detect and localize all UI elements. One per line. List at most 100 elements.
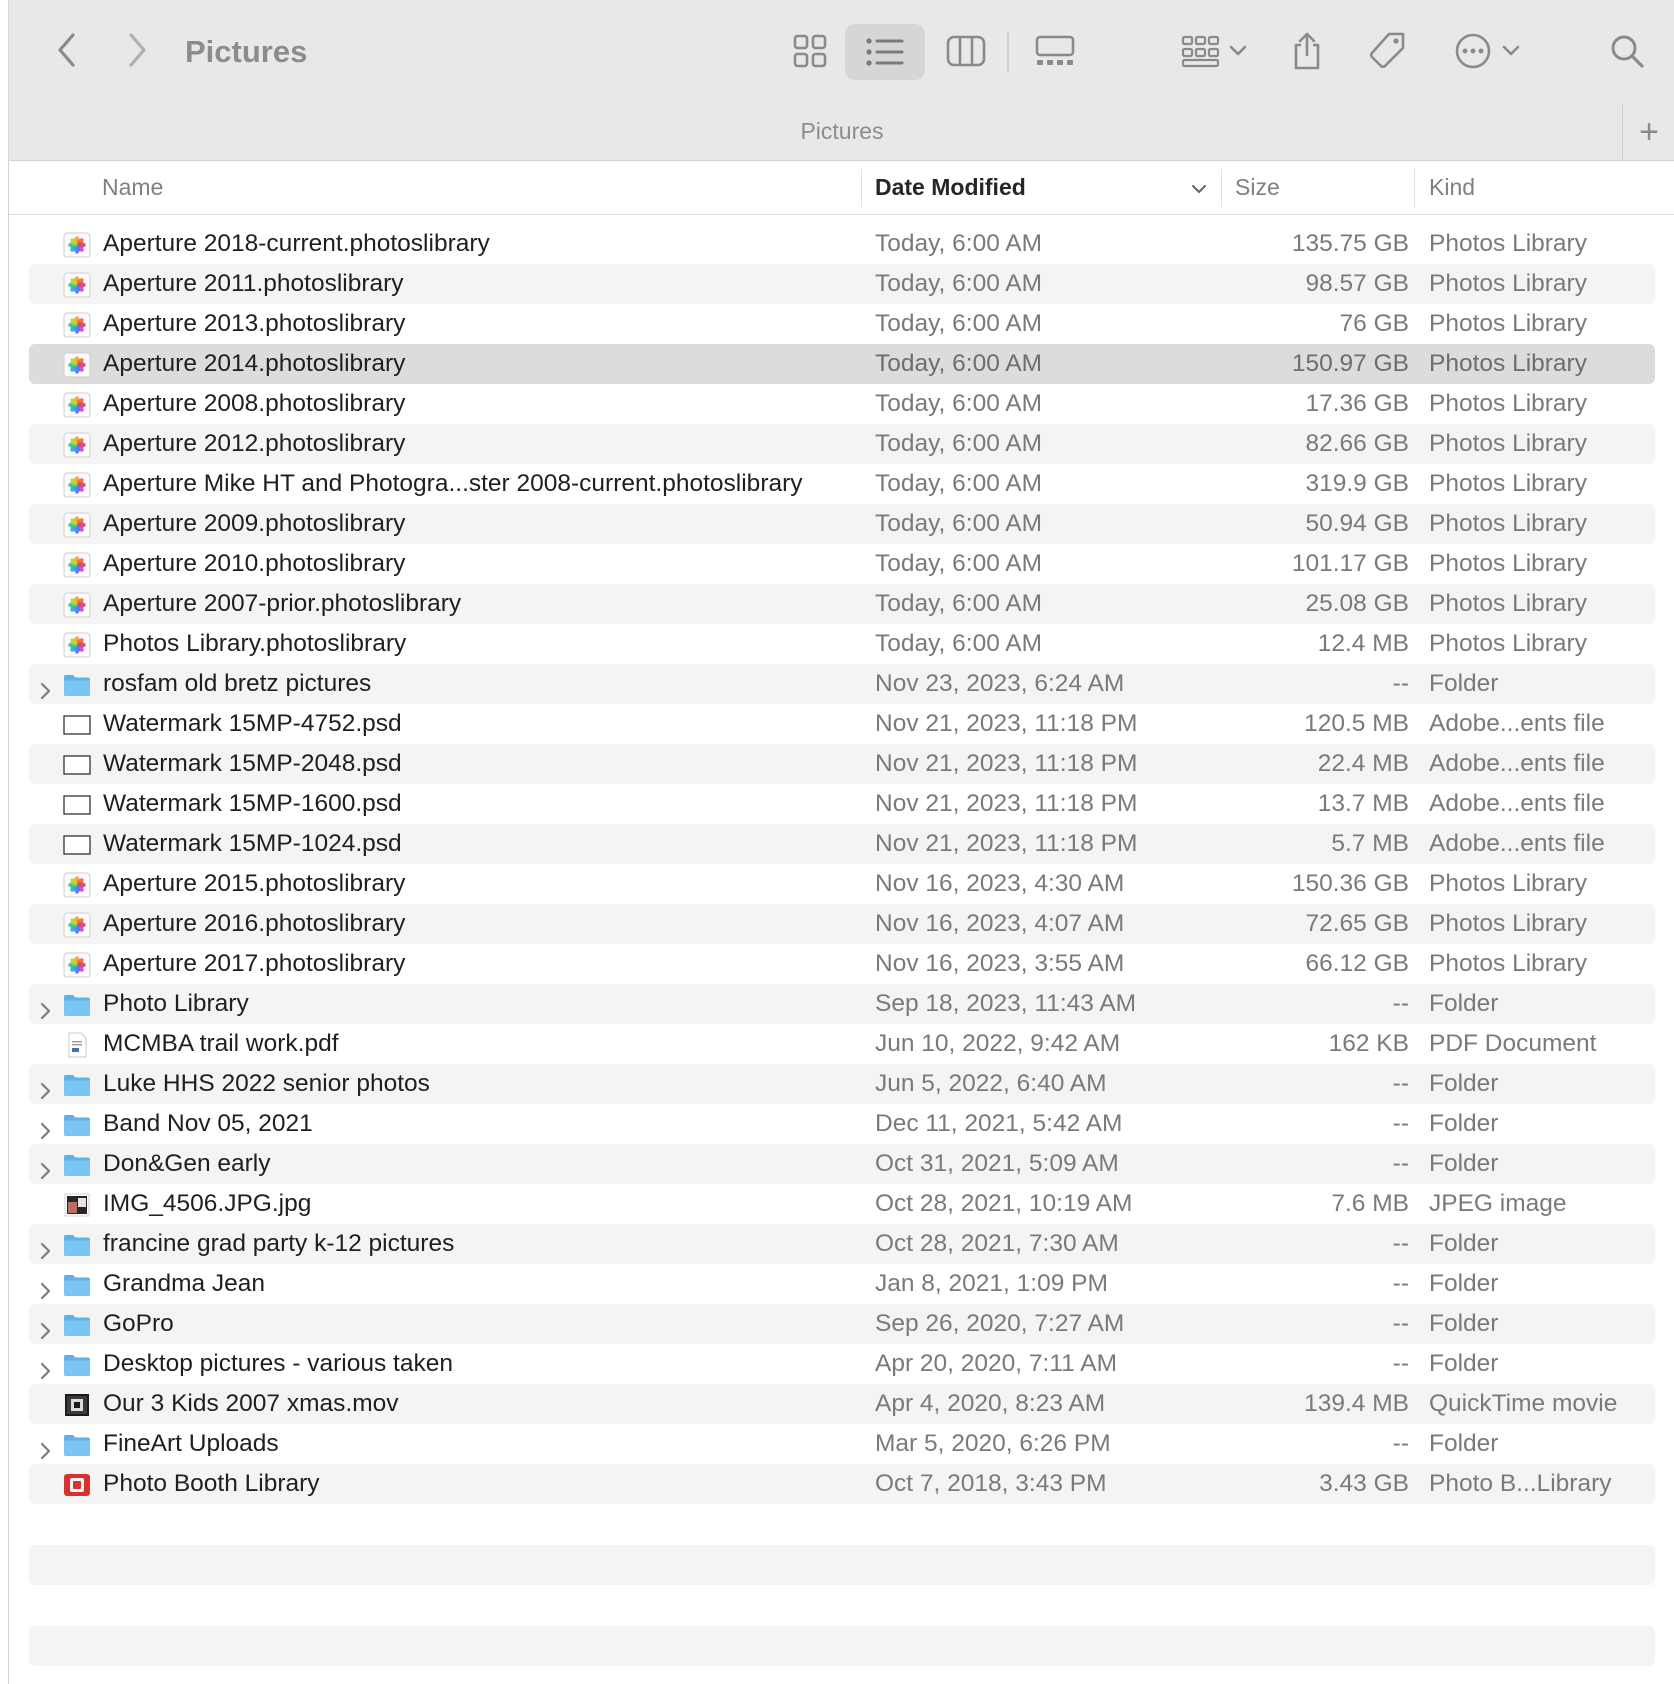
- disclosure-triangle-icon[interactable]: [35, 1354, 55, 1380]
- date-modified: Sep 26, 2020, 7:27 AM: [875, 1310, 1125, 1337]
- column-header-date-modified[interactable]: Date Modified: [875, 161, 1026, 214]
- share-button[interactable]: [1279, 22, 1335, 80]
- date-modified: Apr 20, 2020, 7:11 AM: [875, 1350, 1117, 1377]
- disclosure-triangle-icon[interactable]: [35, 1434, 55, 1460]
- folder-row[interactable]: rosfam old bretz pictures Nov 23, 2023, 6…: [29, 664, 1655, 704]
- tag-button[interactable]: [1359, 24, 1415, 78]
- group-by-button[interactable]: [1169, 24, 1259, 78]
- file-row[interactable]: IMG_4506.JPG.jpg Oct 28, 2021, 10:19 AM 7.…: [29, 1184, 1655, 1224]
- column-view-button[interactable]: [935, 24, 997, 78]
- file-row[interactable]: Watermark 15MP-2048.psd Nov 21, 2023, 11:…: [29, 744, 1655, 784]
- column-header-size[interactable]: Size: [1235, 161, 1280, 214]
- file-row[interactable]: Aperture 2012.photoslibrary Today, 6:00 A…: [29, 424, 1655, 464]
- jpeg-image-icon: [63, 1191, 91, 1217]
- date-modified: Today, 6:00 AM: [875, 630, 1043, 657]
- file-row[interactable]: Aperture 2007-prior.photoslibrary Today, …: [29, 584, 1655, 624]
- new-tab-button[interactable]: +: [1622, 104, 1674, 160]
- empty-row: [29, 1626, 1655, 1666]
- file-row[interactable]: Aperture 2018-current.photoslibrary Today…: [29, 224, 1655, 264]
- folder-row[interactable]: francine grad party k-12 pictures Oct 28,…: [29, 1224, 1655, 1264]
- file-kind: Photos Library: [1429, 390, 1587, 417]
- folder-row[interactable]: Luke HHS 2022 senior photos Jun 5, 2022, …: [29, 1064, 1655, 1104]
- folder-row[interactable]: Photo Library Sep 18, 2023, 11:43 AM -- Fol…: [29, 984, 1655, 1024]
- date-modified: Nov 23, 2023, 6:24 AM: [875, 670, 1125, 697]
- folder-row[interactable]: GoPro Sep 26, 2020, 7:27 AM -- Folder: [29, 1304, 1655, 1344]
- disclosure-triangle-icon[interactable]: [35, 1314, 55, 1340]
- file-size: 101.17 GB: [1291, 550, 1409, 577]
- photos-library-icon: [63, 351, 91, 378]
- disclosure-triangle-icon[interactable]: [35, 1114, 55, 1140]
- file-row[interactable]: Aperture Mike HT and Photogra...ster 200…: [29, 464, 1655, 504]
- column-header-kind[interactable]: Kind: [1429, 161, 1475, 214]
- folder-row[interactable]: Desktop pictures - various taken Apr 20, …: [29, 1344, 1655, 1384]
- file-kind: Folder: [1429, 1070, 1499, 1097]
- file-row[interactable]: Aperture 2016.photoslibrary Nov 16, 2023,…: [29, 904, 1655, 944]
- file-name: Aperture 2009.photoslibrary: [103, 510, 406, 537]
- date-modified: Today, 6:00 AM: [875, 470, 1043, 497]
- folder-icon: [63, 1351, 91, 1377]
- file-name: MCMBA trail work.pdf: [103, 1030, 339, 1057]
- forward-button[interactable]: [117, 30, 157, 70]
- gallery-view-button[interactable]: [1019, 24, 1091, 78]
- file-row[interactable]: Photo Booth Library Oct 7, 2018, 3:43 PM 3…: [29, 1464, 1655, 1504]
- disclosure-triangle-icon[interactable]: [35, 1234, 55, 1260]
- file-size: 3.43 GB: [1319, 1470, 1409, 1497]
- file-row[interactable]: Watermark 15MP-1600.psd Nov 21, 2023, 11:…: [29, 784, 1655, 824]
- folder-row[interactable]: Grandma Jean Jan 8, 2021, 1:09 PM -- Folder: [29, 1264, 1655, 1304]
- disclosure-triangle-icon[interactable]: [35, 674, 55, 700]
- disclosure-triangle-icon[interactable]: [35, 1154, 55, 1180]
- photos-library-icon: [63, 511, 91, 538]
- folder-row[interactable]: Band Nov 05, 2021 Dec 11, 2021, 5:42 AM --…: [29, 1104, 1655, 1144]
- column-divider[interactable]: [1221, 169, 1222, 207]
- file-row[interactable]: Photos Library.photoslibrary Today, 6:00 …: [29, 624, 1655, 664]
- column-header-name[interactable]: Name: [102, 161, 163, 214]
- search-button[interactable]: [1599, 24, 1655, 78]
- photos-library-icon: [63, 231, 91, 258]
- file-row[interactable]: Aperture 2013.photoslibrary Today, 6:00 A…: [29, 304, 1655, 344]
- folder-row[interactable]: Don&Gen early Oct 31, 2021, 5:09 AM -- Fold…: [29, 1144, 1655, 1184]
- file-row[interactable]: Our 3 Kids 2007 xmas.mov Apr 4, 2020, 8:2…: [29, 1384, 1655, 1424]
- photos-library-icon: [63, 431, 91, 458]
- file-row[interactable]: Aperture 2008.photoslibrary Today, 6:00 A…: [29, 384, 1655, 424]
- file-row[interactable]: Aperture 2017.photoslibrary Nov 16, 2023,…: [29, 944, 1655, 984]
- back-button[interactable]: [47, 30, 87, 70]
- folder-icon: [63, 1271, 91, 1297]
- file-size: 72.65 GB: [1305, 910, 1409, 937]
- file-kind: Folder: [1429, 1350, 1499, 1377]
- file-row[interactable]: Aperture 2015.photoslibrary Nov 16, 2023,…: [29, 864, 1655, 904]
- file-row[interactable]: MCMBA trail work.pdf Jun 10, 2022, 9:42 A…: [29, 1024, 1655, 1064]
- date-modified: Nov 21, 2023, 11:18 PM: [875, 710, 1138, 737]
- photos-library-icon: [63, 311, 91, 338]
- file-name: Aperture 2018-current.photoslibrary: [103, 230, 490, 257]
- file-size: 7.6 MB: [1331, 1190, 1409, 1217]
- file-name: Desktop pictures - various taken: [103, 1350, 453, 1377]
- date-modified: Today, 6:00 AM: [875, 390, 1043, 417]
- file-row[interactable]: Aperture 2010.photoslibrary Today, 6:00 A…: [29, 544, 1655, 584]
- file-size: 50.94 GB: [1305, 510, 1409, 537]
- folder-row[interactable]: FineArt Uploads Mar 5, 2020, 6:26 PM -- Fol…: [29, 1424, 1655, 1464]
- tab-pictures[interactable]: Pictures: [9, 100, 1674, 160]
- file-row[interactable]: Aperture 2014.photoslibrary Today, 6:00 A…: [29, 344, 1655, 384]
- icon-view-button[interactable]: [779, 24, 841, 78]
- file-kind: Photos Library: [1429, 870, 1587, 897]
- more-actions-button[interactable]: [1445, 24, 1529, 78]
- list-view-button[interactable]: [845, 24, 925, 80]
- file-row[interactable]: Aperture 2011.photoslibrary Today, 6:00 A…: [29, 264, 1655, 304]
- file-row[interactable]: Aperture 2009.photoslibrary Today, 6:00 A…: [29, 504, 1655, 544]
- disclosure-triangle-icon[interactable]: [35, 1274, 55, 1300]
- file-kind: Folder: [1429, 1150, 1499, 1177]
- disclosure-triangle-icon[interactable]: [35, 1074, 55, 1100]
- folder-icon: [63, 671, 91, 697]
- disclosure-triangle-icon[interactable]: [35, 994, 55, 1020]
- sort-descending-icon[interactable]: [1189, 179, 1209, 199]
- date-modified: Nov 16, 2023, 4:30 AM: [875, 870, 1125, 897]
- date-modified: Jun 10, 2022, 9:42 AM: [875, 1030, 1121, 1057]
- file-row[interactable]: Watermark 15MP-1024.psd Nov 21, 2023, 11:…: [29, 824, 1655, 864]
- chevron-down-icon: [1502, 45, 1520, 56]
- file-row[interactable]: Watermark 15MP-4752.psd Nov 21, 2023, 11:…: [29, 704, 1655, 744]
- column-divider[interactable]: [1414, 169, 1415, 207]
- file-size: 12.4 MB: [1317, 630, 1409, 657]
- file-name: Photo Booth Library: [103, 1470, 320, 1497]
- column-divider[interactable]: [861, 169, 862, 207]
- file-size: 25.08 GB: [1305, 590, 1409, 617]
